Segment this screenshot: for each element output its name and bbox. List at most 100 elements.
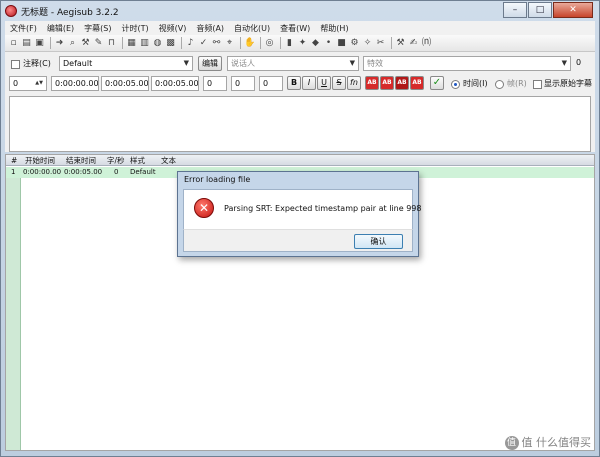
title-bar[interactable]: 无标题 - Aegisub 3.2.2 – □ ✕ xyxy=(1,1,599,21)
shadow-color-button[interactable]: AB xyxy=(410,76,424,90)
hammer-icon[interactable]: ⚒ xyxy=(395,38,406,49)
resample-icon[interactable]: ⚯ xyxy=(211,38,222,49)
zoom-icon[interactable]: ⌕ xyxy=(67,38,78,49)
select-icon[interactable]: ✂ xyxy=(375,38,386,49)
end-time-field[interactable]: 0:00:05.00 xyxy=(101,76,149,91)
fonts-icon[interactable]: ◍ xyxy=(152,38,163,49)
menu-view[interactable]: 查看(W) xyxy=(275,23,315,34)
time-radio[interactable] xyxy=(451,80,460,89)
margin-left-field[interactable]: 0 xyxy=(203,76,227,91)
toolbar-separator xyxy=(280,37,281,49)
attachments-icon[interactable]: ▥ xyxy=(139,38,150,49)
properties-icon[interactable]: ▦ xyxy=(126,38,137,49)
start-time-field[interactable]: 0:00:00.00 xyxy=(51,76,99,91)
watermark: 值值 什么值得买 xyxy=(504,434,591,450)
lock-icon[interactable]: ⊓ xyxy=(106,38,117,49)
spellcheck-icon[interactable]: ✓ xyxy=(198,38,209,49)
col-header-cps[interactable]: 字/秒 xyxy=(107,155,125,166)
effect-placeholder: 特效 xyxy=(367,59,383,68)
row-end-time: 0:00:05.00 xyxy=(64,168,103,176)
window-controls: – □ ✕ xyxy=(502,2,593,18)
aegisub-logo-icon xyxy=(5,5,17,17)
automation-icon[interactable]: ✋ xyxy=(244,38,255,49)
style-select[interactable]: Default ▼ xyxy=(59,56,193,71)
close-button[interactable]: ✕ xyxy=(553,2,593,18)
edit-row-bottom: 0 ▲▼ 0:00:00.00 0:00:05.00 0:00:05.00 0 … xyxy=(5,76,595,92)
duration-field[interactable]: 0:00:05.00 xyxy=(151,76,199,91)
timing-icon[interactable]: ⌖ xyxy=(224,38,235,49)
font-button[interactable]: fn xyxy=(347,76,361,90)
margin-vert-value[interactable]: 0 xyxy=(573,56,593,71)
menu-bar: 文件(F) 编辑(E) 字幕(S) 计时(T) 视频(V) 音频(A) 自动化(… xyxy=(5,21,595,35)
minimize-button[interactable]: – xyxy=(503,2,527,18)
menu-automation[interactable]: 自动化(U) xyxy=(229,23,275,34)
commit-button[interactable]: ✓ xyxy=(430,76,444,90)
maximize-button[interactable]: □ xyxy=(528,2,552,18)
tool-icon[interactable]: ✎ xyxy=(93,38,104,49)
comment-label: 注释(C) xyxy=(23,59,51,68)
comment-checkbox[interactable] xyxy=(11,60,20,69)
secondary-color-button[interactable]: AB xyxy=(380,76,394,90)
window-title: 无标题 - Aegisub 3.2.2 xyxy=(21,7,119,18)
new-file-icon[interactable]: ▫ xyxy=(8,38,19,49)
toolbar-separator xyxy=(260,37,261,49)
grid-row-gutter xyxy=(6,178,21,450)
col-header-start[interactable]: 开始时间 xyxy=(25,155,55,166)
error-icon: ✕ xyxy=(194,198,214,218)
menu-help[interactable]: 帮助(H) xyxy=(315,23,353,34)
toolbar-separator xyxy=(122,37,123,49)
menu-timing[interactable]: 计时(T) xyxy=(116,23,153,34)
wrench-icon[interactable]: ⚒ xyxy=(80,38,91,49)
stop-icon[interactable]: ■ xyxy=(336,38,347,49)
margin-vertical-field[interactable]: 0 xyxy=(259,76,283,91)
menu-video[interactable]: 视频(V) xyxy=(154,23,192,34)
underline-button[interactable]: U xyxy=(317,76,331,90)
dialog-title: Error loading file xyxy=(184,175,251,184)
actor-select[interactable]: 说话人 ▼ xyxy=(227,56,359,71)
styles-icon[interactable]: ▩ xyxy=(165,38,176,49)
options-icon[interactable]: ◎ xyxy=(264,38,275,49)
outline-color-button[interactable]: AB xyxy=(395,76,409,90)
toolbar-separator xyxy=(181,37,182,49)
subtitle-text-editor[interactable] xyxy=(9,96,591,152)
italic-button[interactable]: I xyxy=(302,76,316,90)
snap-icon[interactable]: ◆ xyxy=(310,38,321,49)
chevron-down-icon: ▼ xyxy=(561,59,567,67)
edit-style-button[interactable]: 编辑 xyxy=(198,56,222,71)
script-icon[interactable]: ⒩ xyxy=(421,38,432,49)
spinner-arrows-icon[interactable]: ▲▼ xyxy=(35,77,43,90)
menu-edit[interactable]: 编辑(E) xyxy=(42,23,79,34)
chevron-down-icon: ▼ xyxy=(183,59,189,67)
kanji-icon[interactable]: ⚙ xyxy=(349,38,360,49)
frame-radio-label: 帧(R) xyxy=(507,79,527,88)
visual-icon[interactable]: ✧ xyxy=(362,38,373,49)
toolbar-separator xyxy=(240,37,241,49)
layer-value: 0 xyxy=(13,79,19,88)
col-header-text[interactable]: 文本 xyxy=(161,155,176,166)
col-header-style[interactable]: 样式 xyxy=(130,155,145,166)
brush-icon[interactable]: ✍ xyxy=(408,38,419,49)
jump-icon[interactable]: ➜ xyxy=(54,38,65,49)
margin-right-field[interactable]: 0 xyxy=(231,76,255,91)
col-header-number[interactable]: # xyxy=(11,155,17,166)
translate-icon[interactable]: ♪ xyxy=(185,38,196,49)
menu-file[interactable]: 文件(F) xyxy=(5,23,42,34)
shift-icon[interactable]: ✦ xyxy=(297,38,308,49)
frame-radio[interactable] xyxy=(495,80,504,89)
strikeout-button[interactable]: S xyxy=(332,76,346,90)
video-icon[interactable]: ▮ xyxy=(284,38,295,49)
primary-color-button[interactable]: AB xyxy=(365,76,379,90)
menu-audio[interactable]: 音频(A) xyxy=(191,23,229,34)
show-original-checkbox[interactable] xyxy=(533,80,542,89)
play-icon[interactable]: • xyxy=(323,38,334,49)
menu-subtitle[interactable]: 字幕(S) xyxy=(79,23,116,34)
ok-button[interactable]: 确认 xyxy=(354,234,403,249)
row-start-time: 0:00:00.00 xyxy=(23,168,62,176)
col-header-end[interactable]: 结束时间 xyxy=(66,155,96,166)
effect-select[interactable]: 特效 ▼ xyxy=(363,56,571,71)
style-value: Default xyxy=(63,59,93,68)
bold-button[interactable]: B xyxy=(287,76,301,90)
save-icon[interactable]: ▣ xyxy=(34,38,45,49)
layer-spinner[interactable]: 0 ▲▼ xyxy=(9,76,47,91)
open-file-icon[interactable]: ▤ xyxy=(21,38,32,49)
